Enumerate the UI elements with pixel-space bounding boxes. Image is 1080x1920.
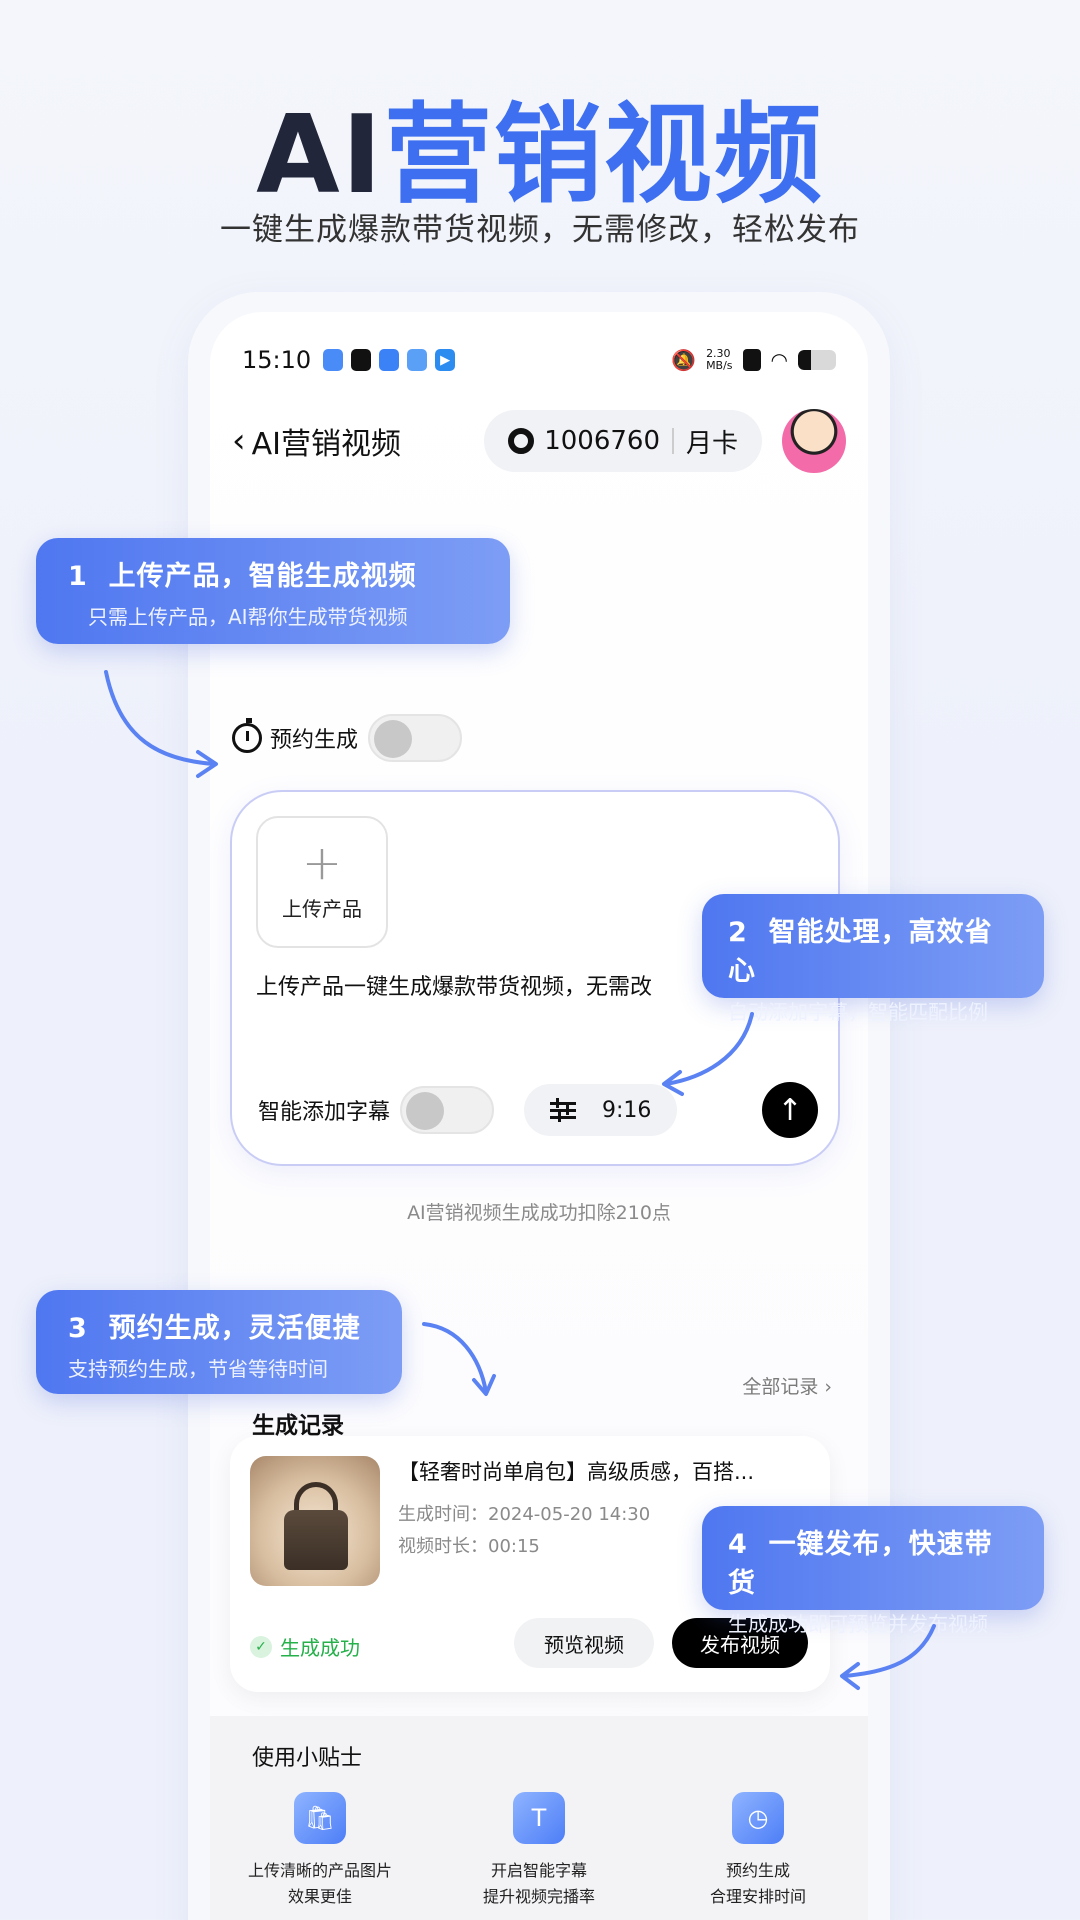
subtitle-toggle[interactable] <box>400 1086 495 1134</box>
check-icon: ✓ <box>250 1635 272 1658</box>
record-time-value: 2024-05-20 14:30 <box>488 1504 651 1525</box>
callout-3: 3 预约生成，灵活便捷 支持预约生成，节省等待时间 <box>36 1290 402 1394</box>
app-notification-icon: ▶ <box>435 349 456 371</box>
status-time: 15:10 <box>242 346 312 374</box>
callout-title: 3 预约生成，灵活便捷 <box>68 1306 370 1345</box>
tip-item: T 开启智能字幕 提升视频完播率 <box>429 1792 649 1910</box>
all-records-label: 全部记录 <box>742 1376 819 1398</box>
callout-1: 1 上传产品，智能生成视频 只需上传产品，AI帮你生成带货视频 <box>36 538 510 644</box>
records-section-title: 生成记录 <box>252 1413 344 1439</box>
app-notification-icon <box>407 349 428 371</box>
callout-4: 4 一键发布，快速带货 生成成功即可预览并发布视频 <box>702 1506 1044 1636</box>
divider <box>671 428 674 454</box>
deduct-note: AI营销视频生成成功扣除210点 <box>407 1202 671 1224</box>
net-speed: 2.30 MB/s <box>706 348 732 372</box>
record-duration: 视频时长：00:15 <box>398 1532 540 1558</box>
app-notification-icon <box>379 349 400 371</box>
upload-product-button[interactable]: + 上传产品 <box>256 816 388 948</box>
tip-item: ◷ 预约生成 合理安排时间 <box>648 1792 868 1910</box>
chevron-left-icon[interactable]: ‹ <box>232 421 246 461</box>
avatar[interactable] <box>782 409 846 473</box>
arrow-3-icon <box>422 1322 496 1396</box>
shopping-bag-icon: 🛍 <box>294 1792 346 1844</box>
hero-title: AI营销视频 <box>0 68 1080 224</box>
tip-line2: 提升视频完播率 <box>482 1887 595 1906</box>
points-pill[interactable]: 1006760 月卡 <box>484 410 762 472</box>
toggle-knob <box>374 720 413 758</box>
app-notification-icon <box>351 349 372 371</box>
tip-line2: 合理安排时间 <box>709 1887 806 1906</box>
callout-title: 2 智能处理，高效省心 <box>728 910 1018 988</box>
wifi-icon: ◠ <box>770 348 788 372</box>
arrow-up-icon: ↑ <box>777 1092 803 1128</box>
hero-subtitle: 一键生成爆款带货视频，无需修改，轻松发布 <box>220 212 860 248</box>
hero-title-rest: 营销视频 <box>383 93 824 218</box>
battery-fill <box>798 350 812 370</box>
clock-icon: ◷ <box>732 1792 784 1844</box>
toggle-knob <box>406 1092 445 1130</box>
tip-line1: 上传清晰的产品图片 <box>247 1861 392 1880</box>
stopwatch-icon <box>232 718 262 753</box>
tips-panel: 使用小贴士 🛍 上传清晰的产品图片 效果更佳 T 开启智能字幕 提升视频完播率 … <box>210 1716 868 1920</box>
callout-title-text: 上传产品，智能生成视频 <box>108 561 417 592</box>
bell-muted-icon: 🔕 <box>671 348 697 372</box>
sliders-icon <box>550 1098 577 1122</box>
nav-bar: ‹ AI营销视频 1006760 月卡 <box>232 408 846 474</box>
app-notification-icon <box>323 349 344 371</box>
subtitle-toggle-label: 智能添加字幕 <box>258 1100 391 1125</box>
callout-title-text: 智能处理，高效省心 <box>728 917 993 987</box>
arrow-2-icon <box>662 1012 754 1096</box>
net-speed-unit: MB/s <box>706 359 733 372</box>
record-time: 生成时间：2024-05-20 14:30 <box>398 1500 650 1526</box>
callout-num: 2 <box>728 917 748 948</box>
points-value: 1006760 <box>544 426 660 456</box>
callout-num: 4 <box>728 1529 748 1560</box>
chevron-right-icon: › <box>824 1376 832 1398</box>
status-indicators: 🔕 2.30 MB/s ◠ <box>671 348 836 372</box>
callout-title-text: 一键发布，快速带货 <box>728 1529 993 1599</box>
tips-title: 使用小贴士 <box>252 1746 363 1771</box>
upload-label: 上传产品 <box>282 896 362 921</box>
preview-video-button[interactable]: 预览视频 <box>514 1618 654 1668</box>
battery-icon <box>798 350 836 370</box>
prompt-input[interactable]: 上传产品一键生成爆款带货视频，无需改 <box>256 972 676 1004</box>
plan-label: 月卡 <box>685 428 738 459</box>
callout-sub: 自动添加字幕，智能匹配比例 <box>728 1000 988 1024</box>
callout-num: 3 <box>68 1313 88 1344</box>
callout-2: 2 智能处理，高效省心 自动添加字幕，智能匹配比例 <box>702 894 1044 1024</box>
record-duration-label: 视频时长： <box>398 1536 488 1557</box>
nfc-icon <box>742 349 761 371</box>
callout-sub: 只需上传产品，AI帮你生成带货视频 <box>88 605 408 629</box>
arrow-1-icon <box>104 670 218 778</box>
record-time-label: 生成时间： <box>398 1504 488 1525</box>
page-title: AI营销视频 <box>251 427 401 462</box>
status-badge: ✓ 生成成功 <box>250 1632 360 1661</box>
plus-icon: + <box>301 834 343 891</box>
hero-title-ai: AI <box>256 93 384 218</box>
tip-line2: 效果更佳 <box>287 1887 352 1906</box>
record-thumbnail[interactable] <box>250 1456 380 1586</box>
status-text: 生成成功 <box>280 1636 360 1660</box>
record-title: 【轻奢时尚单肩包】高级质感，百搭... <box>398 1460 755 1484</box>
tip-line1: 预约生成 <box>725 1861 790 1880</box>
callout-num: 1 <box>68 561 88 592</box>
arrow-4-icon <box>840 1624 936 1690</box>
schedule-toggle[interactable] <box>368 714 463 762</box>
points-coin-icon <box>508 428 535 454</box>
status-bar: 15:10 ▶ 🔕 2.30 MB/s ◠ <box>242 340 836 380</box>
all-records-link[interactable]: 全部记录 › <box>742 1372 832 1399</box>
callout-title: 1 上传产品，智能生成视频 <box>68 554 478 593</box>
callout-sub: 支持预约生成，节省等待时间 <box>68 1357 328 1381</box>
tip-line1: 开启智能字幕 <box>490 1861 587 1880</box>
schedule-label: 预约生成 <box>270 728 359 753</box>
ratio-value: 9:16 <box>602 1097 652 1123</box>
callout-title-text: 预约生成，灵活便捷 <box>108 1313 361 1344</box>
schedule-row: 预约生成 <box>232 714 463 762</box>
tip-item: 🛍 上传清晰的产品图片 效果更佳 <box>210 1792 430 1910</box>
bag-body <box>284 1510 348 1570</box>
text-subtitle-icon: T <box>513 1792 565 1844</box>
callout-title: 4 一键发布，快速带货 <box>728 1522 1018 1600</box>
record-duration-value: 00:15 <box>488 1536 540 1557</box>
send-button[interactable]: ↑ <box>762 1082 818 1138</box>
